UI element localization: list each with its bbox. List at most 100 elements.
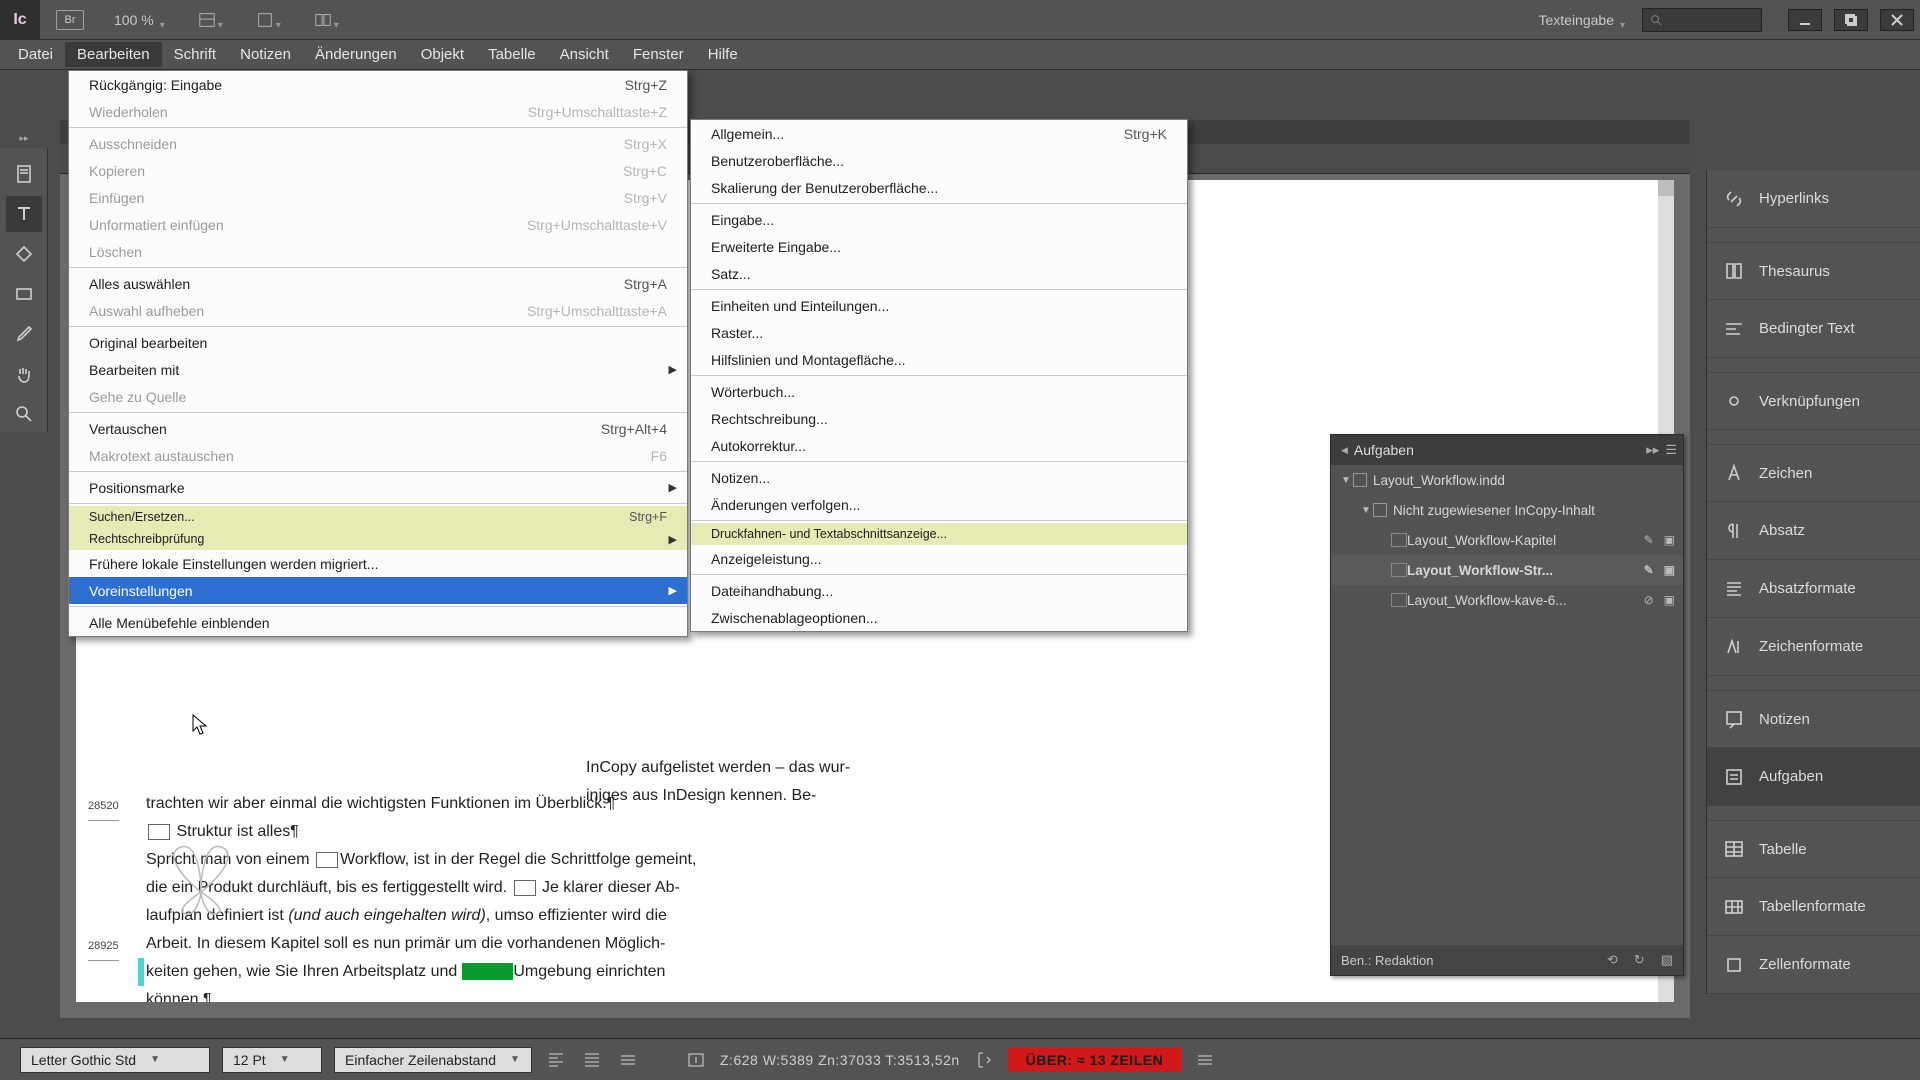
panel-paragraph[interactable]: Absatz — [1707, 502, 1920, 560]
menu-help[interactable]: Hilfe — [696, 42, 750, 67]
note-tool-icon[interactable] — [6, 236, 42, 272]
prefs-units[interactable]: Einheiten und Einteilungen... — [691, 292, 1187, 319]
prefs-grid[interactable]: Raster... — [691, 319, 1187, 346]
menu-type[interactable]: Schrift — [162, 42, 229, 67]
prefs-display[interactable]: Anzeigeleistung... — [691, 545, 1187, 572]
type-tool-icon[interactable] — [6, 196, 42, 232]
depth-icon[interactable] — [972, 1048, 996, 1072]
package-icon[interactable]: ▧ — [1661, 952, 1673, 968]
panel-para-styles[interactable]: Absatzformate — [1707, 560, 1920, 618]
position-tool-icon[interactable] — [6, 276, 42, 312]
preferences-item[interactable]: Voreinstellungen▶ — [69, 577, 687, 604]
prefs-input[interactable]: Eingabe... — [691, 206, 1187, 233]
minimize-button[interactable] — [1788, 9, 1822, 31]
macro-item[interactable]: Makrotext austauschenF6 — [69, 442, 687, 469]
prefs-general[interactable]: Allgemein...Strg+K — [691, 120, 1187, 147]
prefs-advinput[interactable]: Erweiterte Eingabe... — [691, 233, 1187, 260]
panel-menu-icon[interactable]: ☰ — [1665, 442, 1677, 458]
prefs-guides[interactable]: Hilfslinien und Montagefläche... — [691, 346, 1187, 373]
prefs-dictionary[interactable]: Wörterbuch... — [691, 378, 1187, 405]
leading-select[interactable]: Einfacher Zeilenabstand▼ — [334, 1047, 532, 1073]
panel-table-styles[interactable]: Tabellenformate — [1707, 878, 1920, 936]
screenmode-icon[interactable] — [256, 11, 286, 29]
spellcheck-item[interactable]: Rechtschreibprüfung▶ — [69, 528, 687, 550]
prefs-autocorrect[interactable]: Autokorrektur... — [691, 432, 1187, 459]
panel-char-styles[interactable]: Zeichenformate — [1707, 618, 1920, 676]
menu-table[interactable]: Tabelle — [476, 42, 548, 67]
assign-doc[interactable]: ▼Layout_Workflow.indd — [1331, 465, 1683, 495]
document-tool-icon[interactable] — [6, 156, 42, 192]
selectall-item[interactable]: Alles auswählenStrg+A — [69, 270, 687, 297]
deselect-item[interactable]: Auswahl aufhebenStrg+Umschalttaste+A — [69, 297, 687, 324]
undo-item[interactable]: Rückgängig: EingabeStrg+Z — [69, 71, 687, 98]
redo-item[interactable]: WiederholenStrg+Umschalttaste+Z — [69, 98, 687, 125]
panel-links[interactable]: Verknüpfungen — [1707, 372, 1920, 430]
menu-window[interactable]: Fenster — [621, 42, 696, 67]
prefs-uiscale[interactable]: Skalierung der Benutzeroberfläche... — [691, 174, 1187, 201]
panel-table[interactable]: Tabelle — [1707, 820, 1920, 878]
panel-conditional[interactable]: Bedingter Text — [1707, 300, 1920, 358]
panel-hyperlinks[interactable]: Hyperlinks — [1707, 170, 1920, 228]
search-input[interactable] — [1642, 8, 1762, 32]
zoom-tool-icon[interactable] — [6, 396, 42, 432]
prefs-ui[interactable]: Benutzeroberfläche... — [691, 147, 1187, 174]
assignments-header[interactable]: ◀Aufgaben ▸▸☰ — [1331, 435, 1683, 465]
update-icon[interactable]: ⟲ — [1607, 952, 1618, 968]
panel-notes[interactable]: Notizen — [1707, 690, 1920, 748]
refresh-icon[interactable]: ↻ — [1634, 952, 1645, 968]
menu-notes[interactable]: Notizen — [228, 42, 303, 67]
prefs-filehandling[interactable]: Dateihandhabung... — [691, 577, 1187, 604]
assign-unassigned[interactable]: ▼Nicht zugewiesener InCopy-Inhalt — [1331, 495, 1683, 525]
prefs-galley[interactable]: Druckfahnen- und Textabschnittsanzeige..… — [691, 523, 1187, 545]
paste-item[interactable]: EinfügenStrg+V — [69, 184, 687, 211]
delete-item[interactable]: Löschen — [69, 238, 687, 265]
panel-character[interactable]: Zeichen — [1707, 444, 1920, 502]
font-family-select[interactable]: Letter Gothic Std▼ — [20, 1047, 210, 1073]
cut-item[interactable]: AusschneidenStrg+X — [69, 130, 687, 157]
status-menu2-icon[interactable] — [1193, 1048, 1217, 1072]
assign-item[interactable]: Layout_Workflow-Str...✎▣ — [1331, 555, 1683, 585]
migrate-item[interactable]: Frühere lokale Einstellungen werden migr… — [69, 550, 687, 577]
menu-file[interactable]: Datei — [6, 42, 65, 67]
maximize-button[interactable] — [1834, 9, 1868, 31]
prefs-notes[interactable]: Notizen... — [691, 464, 1187, 491]
align-justify-icon[interactable] — [580, 1048, 604, 1072]
hand-tool-icon[interactable] — [6, 356, 42, 392]
menu-changes[interactable]: Änderungen — [303, 42, 409, 67]
status-menu-icon[interactable] — [616, 1048, 640, 1072]
position-marker-item[interactable]: Positionsmarke▶ — [69, 474, 687, 501]
find-item[interactable]: Suchen/Ersetzen...Strg+F — [69, 506, 687, 528]
bridge-icon[interactable]: Br — [56, 10, 84, 30]
zoom-level[interactable]: 100 % — [114, 12, 170, 28]
eyedropper-tool-icon[interactable] — [6, 316, 42, 352]
assign-item[interactable]: Layout_Workflow-kave-6...⊘▣ — [1331, 585, 1683, 615]
paste-unf-item[interactable]: Unformatiert einfügenStrg+Umschalttaste+… — [69, 211, 687, 238]
edit-with-item[interactable]: Bearbeiten mit▶ — [69, 356, 687, 383]
panel-assignments[interactable]: Aufgaben — [1707, 748, 1920, 806]
show-all-menus-item[interactable]: Alle Menübefehle einblenden — [69, 609, 687, 636]
toolbox-toggle-icon[interactable]: ▸▸ — [0, 130, 48, 146]
prefs-clipboard[interactable]: Zwischenablageoptionen... — [691, 604, 1187, 631]
assign-item[interactable]: Layout_Workflow-Kapitel✎▣ — [1331, 525, 1683, 555]
menu-edit[interactable]: Bearbeiten — [65, 42, 162, 67]
menu-object[interactable]: Objekt — [409, 42, 476, 67]
arrange-icon[interactable] — [198, 11, 228, 29]
goto-source-item[interactable]: Gehe zu Quelle — [69, 383, 687, 410]
expand-icon[interactable]: ▸▸ — [1646, 442, 1659, 458]
close-button[interactable] — [1880, 9, 1914, 31]
line-number: 28520 — [88, 792, 119, 821]
copy-item[interactable]: KopierenStrg+C — [69, 157, 687, 184]
prefs-composition[interactable]: Satz... — [691, 260, 1187, 287]
edit-original-item[interactable]: Original bearbeiten — [69, 329, 687, 356]
align-left-icon[interactable] — [544, 1048, 568, 1072]
panel-thesaurus[interactable]: Thesaurus — [1707, 242, 1920, 300]
viewmode-icon[interactable] — [314, 11, 344, 29]
info-icon[interactable] — [684, 1048, 708, 1072]
font-size-select[interactable]: 12 Pt▼ — [222, 1047, 322, 1073]
panel-cell-styles[interactable]: Zellenformate — [1707, 936, 1920, 994]
prefs-trackchanges[interactable]: Änderungen verfolgen... — [691, 491, 1187, 518]
menu-view[interactable]: Ansicht — [548, 42, 621, 67]
workspace-switcher[interactable]: Texteingabe — [1538, 12, 1630, 28]
swap-item[interactable]: VertauschenStrg+Alt+4 — [69, 415, 687, 442]
prefs-spelling[interactable]: Rechtschreibung... — [691, 405, 1187, 432]
